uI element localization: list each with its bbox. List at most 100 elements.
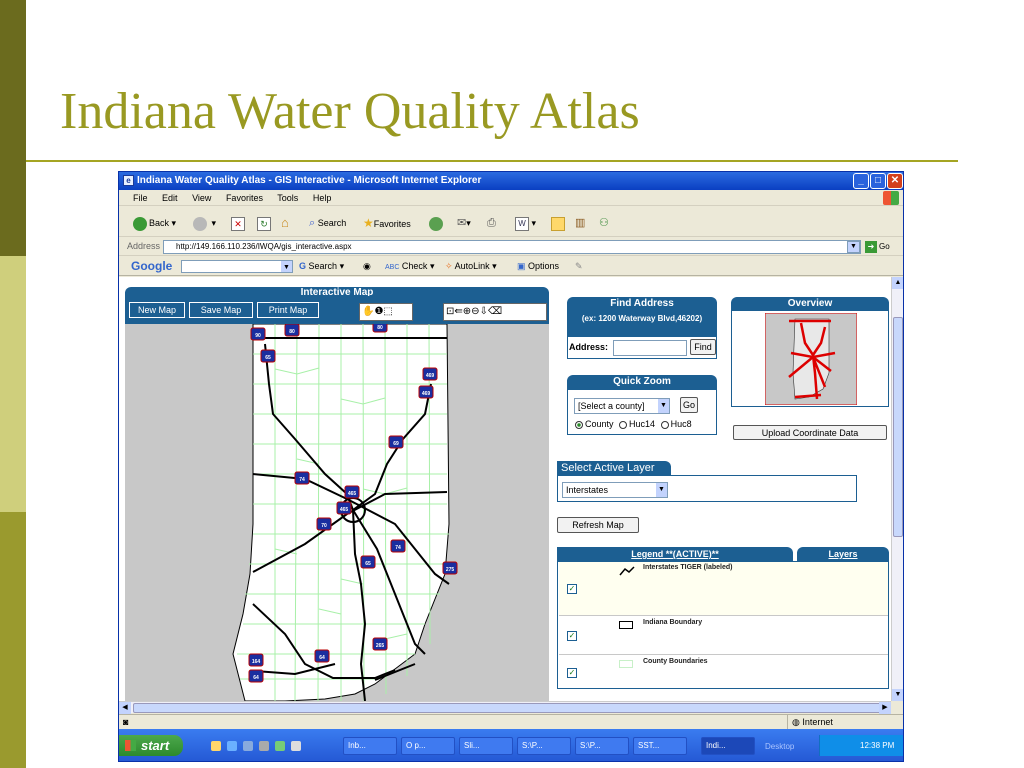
horizontal-scroll-thumb[interactable] xyxy=(133,703,881,713)
eraser-icon[interactable]: ⌫ xyxy=(488,306,502,317)
mail-button[interactable]: ✉▾ xyxy=(457,215,471,231)
legend-checkbox-indiana-boundary[interactable]: ✓ xyxy=(567,631,577,641)
task-window-2[interactable]: O p... xyxy=(401,737,455,755)
google-search-button[interactable]: G Search ▾ xyxy=(299,260,344,273)
back-arrow-icon xyxy=(133,216,147,231)
home-button[interactable]: ⌂ xyxy=(281,215,289,231)
refresh-button[interactable]: ↻ xyxy=(257,215,271,231)
pan-hand-icon[interactable]: ✋ xyxy=(362,306,374,317)
window-titlebar[interactable]: e Indiana Water Quality Atlas - GIS Inte… xyxy=(119,172,903,190)
messenger-button[interactable]: ⚇ xyxy=(599,215,609,231)
download-icon[interactable]: ⇩ xyxy=(480,306,488,317)
quicklaunch-app-icon[interactable] xyxy=(259,741,269,751)
back-button[interactable]: Back ▾ xyxy=(133,215,176,231)
boundary-symbol-icon xyxy=(619,621,633,629)
quicklaunch-media-icon[interactable] xyxy=(275,741,285,751)
quicklaunch-outlook-icon[interactable] xyxy=(211,741,221,751)
vertical-scroll-thumb[interactable] xyxy=(893,317,903,537)
zoom-out-icon[interactable]: ⊖ xyxy=(471,306,479,317)
vertical-scrollbar[interactable]: ▲ ▼ xyxy=(891,277,903,701)
favorites-button[interactable]: ★Favorites xyxy=(363,215,411,231)
svg-text:465: 465 xyxy=(348,491,357,497)
task-folder-2[interactable]: S:\P... xyxy=(575,737,629,755)
print-button[interactable]: ⎙ xyxy=(487,215,496,231)
scroll-left-icon[interactable]: ◀ xyxy=(119,702,131,714)
quick-zoom-go-button[interactable]: Go xyxy=(680,397,698,413)
close-button[interactable]: ✕ xyxy=(887,173,903,189)
minimize-button[interactable]: _ xyxy=(853,173,869,189)
task-sst[interactable]: SST... xyxy=(633,737,687,755)
task-indiana-atlas[interactable]: Indi... xyxy=(701,737,755,755)
find-button[interactable]: Find xyxy=(690,339,716,355)
legend-label-indiana-boundary: Indiana Boundary xyxy=(643,619,703,626)
quicklaunch-explorer-icon[interactable] xyxy=(291,741,301,751)
new-map-button[interactable]: New Map xyxy=(129,302,185,318)
address-dropdown-icon[interactable]: ▼ xyxy=(847,241,860,253)
print-map-button[interactable]: Print Map xyxy=(257,302,319,318)
clock[interactable]: 12:38 PM xyxy=(860,741,894,750)
task-inbox[interactable]: Inb... xyxy=(343,737,397,755)
google-search-input[interactable]: ▼ xyxy=(181,260,293,273)
task-slides[interactable]: Sli... xyxy=(459,737,513,755)
horizontal-scrollbar[interactable]: ◀ ▶ xyxy=(119,701,891,714)
quicklaunch-desktop-icon[interactable] xyxy=(243,741,253,751)
legend-tab[interactable]: Legend **(ACTIVE)** xyxy=(557,547,793,561)
spell-check-button[interactable]: ABC Check ▾ xyxy=(385,260,434,274)
scroll-up-icon[interactable]: ▲ xyxy=(892,277,903,289)
go-button[interactable]: ➜ Go xyxy=(865,240,890,254)
search-button[interactable]: ⌕ Search xyxy=(309,215,346,231)
indiana-map[interactable]: 90 80 80 65 469 469 69 74 465 465 70 74 … xyxy=(125,324,549,701)
previous-extent-icon[interactable]: ⇚ xyxy=(454,306,462,317)
radio-huc8[interactable]: Huc8 xyxy=(658,419,692,429)
forward-button[interactable]: ▾ xyxy=(193,215,216,231)
interactive-map[interactable]: 90 80 80 65 469 469 69 74 465 465 70 74 … xyxy=(125,324,549,701)
scroll-right-icon[interactable]: ▶ xyxy=(879,702,891,714)
title-divider xyxy=(26,160,958,162)
task-folder-1[interactable]: S:\P... xyxy=(517,737,571,755)
zoom-in-icon[interactable]: ⊕ xyxy=(463,306,471,317)
active-layer-select[interactable]: Interstates ▼ xyxy=(562,482,668,498)
research-button[interactable]: ▥ xyxy=(575,215,585,231)
address-input-field[interactable] xyxy=(613,340,687,356)
maximize-button[interactable]: □ xyxy=(870,173,886,189)
address-input[interactable]: http://149.166.110.236/IWQA/gis_interact… xyxy=(163,240,861,254)
menu-edit[interactable]: Edit xyxy=(162,193,178,203)
legend-checkbox-county-boundaries[interactable]: ✓ xyxy=(567,668,577,678)
history-button[interactable] xyxy=(429,215,445,231)
menu-view[interactable]: View xyxy=(192,193,211,203)
radio-county[interactable]: County xyxy=(572,419,614,429)
radio-huc14[interactable]: Huc14 xyxy=(616,419,655,429)
overview-map[interactable] xyxy=(765,313,857,405)
save-map-button[interactable]: Save Map xyxy=(189,302,253,318)
active-layer-dropdown-icon[interactable]: ▼ xyxy=(656,483,667,497)
google-logo[interactable]: Google xyxy=(131,259,172,273)
upload-coordinate-data-button[interactable]: Upload Coordinate Data xyxy=(733,425,887,440)
edit-button[interactable]: W ▾ xyxy=(515,215,536,231)
desktop-toolbar-label[interactable]: Desktop xyxy=(765,742,794,751)
google-dropdown-icon[interactable]: ▼ xyxy=(281,261,292,272)
legend-item-county-boundaries: ✓ County Boundaries xyxy=(559,656,888,688)
start-button[interactable]: start xyxy=(119,735,183,756)
menu-help[interactable]: Help xyxy=(313,193,332,203)
scroll-down-icon[interactable]: ▼ xyxy=(892,689,903,701)
folder-button[interactable] xyxy=(551,215,565,231)
interstate-shield: 69 xyxy=(388,435,404,449)
refresh-map-button[interactable]: Refresh Map xyxy=(557,517,639,533)
quicklaunch-ie-icon[interactable] xyxy=(227,741,237,751)
menu-favorites[interactable]: Favorites xyxy=(226,193,263,203)
county-dropdown-icon[interactable]: ▼ xyxy=(658,399,669,413)
options-button[interactable]: ▣ Options xyxy=(517,260,559,273)
select-pointer-icon[interactable]: ⬚ xyxy=(383,306,392,317)
layers-tab[interactable]: Layers xyxy=(797,547,889,561)
system-tray: 12:38 PM xyxy=(819,735,903,756)
legend-checkbox-interstates[interactable]: ✓ xyxy=(567,584,577,594)
autolink-button[interactable]: ✧ AutoLink ▾ xyxy=(445,260,497,273)
menu-file[interactable]: File xyxy=(133,193,148,203)
overview-panel xyxy=(731,310,889,407)
google-news-icon[interactable]: ◉ xyxy=(363,260,371,273)
pencil-icon[interactable]: ✎ xyxy=(575,260,583,273)
slide-side-bar-middle xyxy=(0,256,26,512)
stop-button[interactable]: ✕ xyxy=(231,215,245,231)
county-select[interactable]: [Select a county] ▼ xyxy=(574,398,670,414)
menu-tools[interactable]: Tools xyxy=(277,193,298,203)
